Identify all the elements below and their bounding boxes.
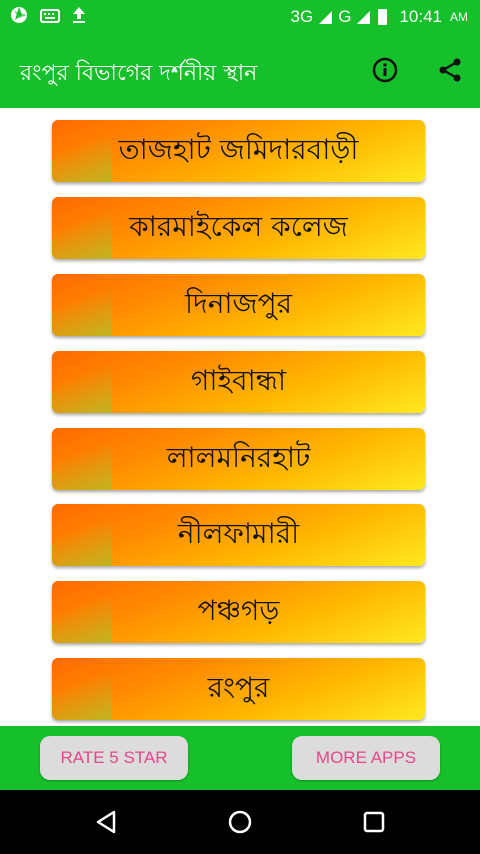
info-icon xyxy=(372,57,398,83)
place-label: নীলফামারী xyxy=(177,516,300,550)
place-label: পঞ্চগড় xyxy=(197,593,280,627)
system-nav-bar xyxy=(0,790,480,854)
aperture-icon xyxy=(10,6,28,28)
more-apps-button[interactable]: MORE APPS xyxy=(292,736,440,780)
place-label: রংপুর xyxy=(207,670,270,704)
network-type: 3G xyxy=(290,7,314,26)
place-button-tajhat[interactable]: তাজহাট জমিদারবাড়ী xyxy=(52,120,425,182)
rate-button[interactable]: RATE 5 STAR xyxy=(40,736,188,780)
back-icon xyxy=(96,810,116,834)
place-button-gaibandha[interactable]: গাইবান্ধা xyxy=(52,351,425,413)
place-label: দিনাজপুর xyxy=(184,286,292,320)
place-button-dinajpur[interactable]: দিনাজপুর xyxy=(52,274,425,336)
signal-icon xyxy=(319,10,333,24)
recents-icon xyxy=(363,811,385,833)
place-label: লালমনিরহাট xyxy=(166,440,311,474)
upload-icon xyxy=(72,6,86,28)
info-button[interactable] xyxy=(370,55,400,85)
place-label: তাজহাট জমিদারবাড়ী xyxy=(118,132,359,166)
recents-button[interactable] xyxy=(362,810,386,834)
notification-icons xyxy=(10,6,86,28)
place-button-panchagarh[interactable]: পঞ্চগড় xyxy=(52,581,425,643)
place-label: কারমাইকেল কলেজ xyxy=(129,209,348,243)
place-button-nilphamari[interactable]: নীলফামারী xyxy=(52,504,425,566)
back-button[interactable] xyxy=(94,810,118,834)
status-bar: 3G G 10:41 AM xyxy=(0,0,480,33)
place-button-carmichael[interactable]: কারমাইকেল কলেজ xyxy=(52,197,425,259)
battery-icon xyxy=(378,9,388,25)
signal-icon-2 xyxy=(357,10,371,24)
page-title: রংপুর বিভাগের দর্শনীয় স্থান xyxy=(20,61,258,86)
home-icon xyxy=(228,810,252,834)
app-toolbar: রংপুর বিভাগের দর্শনীয় স্থান xyxy=(0,33,480,108)
places-list: তাজহাট জমিদারবাড়ী কারমাইকেল কলেজ দিনাজপ… xyxy=(0,108,480,726)
place-label: গাইবান্ধা xyxy=(190,363,287,397)
network-type-2: G xyxy=(338,7,352,26)
system-status: 3G G 10:41 AM xyxy=(291,7,468,27)
clock-ampm: AM xyxy=(450,10,468,24)
clock: 10:41 xyxy=(399,7,442,26)
home-button[interactable] xyxy=(228,810,252,834)
share-icon xyxy=(439,58,461,82)
share-button[interactable] xyxy=(435,55,465,85)
place-button-lalmonirhat[interactable]: লালমনিরহাট xyxy=(52,428,425,490)
place-button-rangpur[interactable]: রংপুর xyxy=(52,658,425,720)
keyboard-icon xyxy=(40,8,60,27)
bottom-action-bar: RATE 5 STAR MORE APPS xyxy=(0,726,480,790)
